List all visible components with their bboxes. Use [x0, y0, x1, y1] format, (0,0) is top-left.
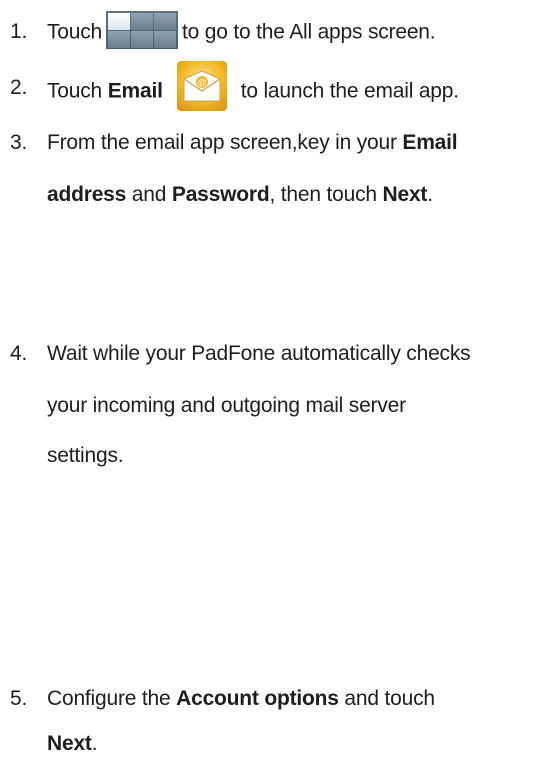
- step-text: Wait while your PadFone automatically ch…: [47, 342, 471, 365]
- step-text: Touch Email @ to launch the email app.: [47, 61, 459, 111]
- password-label: Password: [171, 183, 270, 206]
- step-text-segment: , then touch: [269, 183, 378, 206]
- step-text: settings.: [47, 444, 124, 467]
- step-text-segment: Configure the: [47, 687, 171, 710]
- step-text-segment: and: [131, 183, 167, 206]
- step-text: your incoming and outgoing mail server: [47, 394, 406, 417]
- step-number: 2.: [10, 76, 28, 99]
- email-address-label: Email: [402, 131, 458, 154]
- step-text-segment: to launch the email app.: [240, 79, 459, 103]
- email-app-icon: @: [176, 61, 227, 111]
- next-label: Next: [382, 183, 428, 206]
- step-text: Configure the Account options and touch: [47, 684, 435, 714]
- step-text: Touch to go to the All apps screen.: [47, 11, 436, 49]
- step-text-segment: to go to the All apps screen.: [182, 20, 436, 44]
- all-apps-grid-icon: [106, 11, 179, 49]
- next-label: Next: [47, 732, 92, 755]
- account-options-label: Account options: [176, 687, 339, 710]
- step-text-segment: From the email app screen,key in your: [47, 131, 397, 154]
- step-text: Next.: [47, 729, 98, 759]
- step-text: From the email app screen,key in your Em…: [47, 128, 458, 158]
- email-label: Email: [107, 79, 163, 103]
- svg-text:@: @: [197, 78, 206, 88]
- step-text-segment: and touch: [344, 687, 435, 710]
- step-number: 4.: [10, 342, 28, 365]
- step-number: 5.: [10, 687, 28, 710]
- address-label: address: [47, 183, 127, 206]
- step-text-segment: Touch: [47, 20, 103, 44]
- step-number: 3.: [10, 131, 28, 154]
- step-number: 1.: [10, 20, 28, 43]
- step-text-segment: .: [427, 183, 433, 206]
- step-text: address and Password, then touch Next.: [47, 180, 433, 210]
- step-text-segment: Touch: [47, 79, 103, 103]
- step-text-segment: .: [91, 732, 98, 755]
